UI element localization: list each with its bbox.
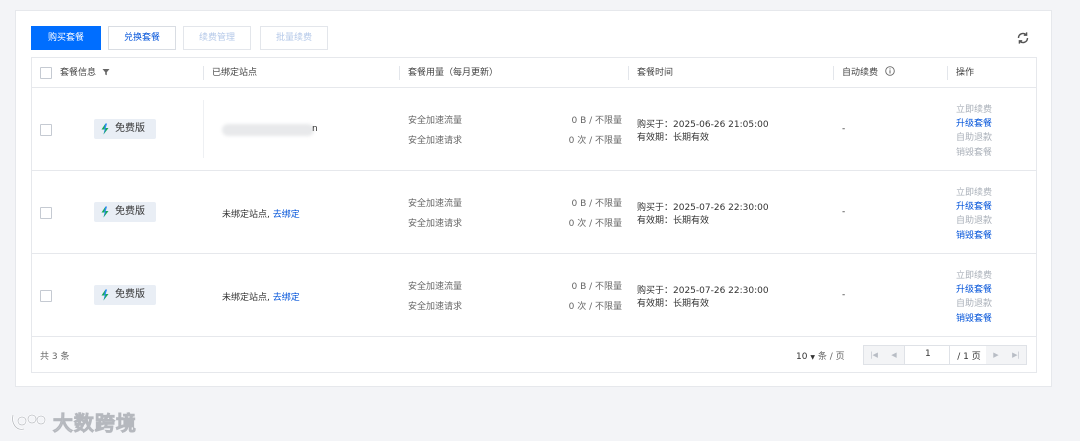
table-footer: 共 3 条 10 ▼ 条 / 页 |◀ ◀ 1 / 1 页 ▶ ▶| bbox=[32, 337, 1036, 373]
usage-traffic-label: 安全加速流量 bbox=[408, 199, 463, 209]
usage-request-label: 安全加速请求 bbox=[408, 302, 463, 312]
next-page-icon[interactable]: ▶ bbox=[986, 346, 1006, 364]
total-pages: / 1 页 bbox=[957, 352, 981, 362]
plan-badge: 免费版 bbox=[94, 285, 156, 305]
column-divider bbox=[947, 66, 948, 80]
select-all-checkbox[interactable] bbox=[40, 67, 52, 79]
header-time: 套餐时间 bbox=[637, 68, 674, 78]
renew-now-link[interactable]: 立即续费 bbox=[956, 268, 992, 281]
plan-logo-icon bbox=[101, 206, 109, 218]
refresh-icon[interactable] bbox=[1015, 30, 1031, 46]
plan-list-card: 购买套餐 兑换套餐 续费管理 批量续费 套餐信息 已绑定站点 套餐用量（每月更新… bbox=[15, 10, 1052, 387]
plan-badge: 免费版 bbox=[94, 119, 156, 139]
row-checkbox[interactable] bbox=[40, 207, 52, 219]
header-auto-renew: 自动续费 bbox=[842, 58, 895, 88]
usage-request-label: 安全加速请求 bbox=[408, 136, 463, 146]
watermark-text: 大数跨境 bbox=[52, 411, 137, 436]
plan-logo-icon bbox=[101, 289, 109, 301]
validity: 有效期：长期有效 bbox=[637, 216, 710, 226]
usage-request-value: 0 次 / 不限量 bbox=[568, 136, 622, 146]
row-checkbox[interactable] bbox=[40, 124, 52, 136]
validity: 有效期：长期有效 bbox=[637, 133, 710, 143]
redeem-plan-button[interactable]: 兑换套餐 bbox=[108, 26, 176, 50]
unbound-site-text: 未绑定站点, bbox=[222, 293, 270, 303]
header-plan-info: 套餐信息 bbox=[60, 58, 110, 88]
usage-request-value: 0 次 / 不限量 bbox=[568, 302, 622, 312]
usage-request-label: 安全加速请求 bbox=[408, 219, 463, 229]
bind-site-link[interactable]: 去绑定 bbox=[273, 210, 300, 220]
column-divider bbox=[833, 66, 834, 80]
renew-manage-button[interactable]: 续费管理 bbox=[183, 26, 251, 50]
auto-renew-value: - bbox=[842, 207, 846, 217]
table-row: 免费版 n 安全加速流量 0 B / 不限量 安全加速请求 0 次 / 不限量 … bbox=[32, 88, 1036, 171]
validity: 有效期：长期有效 bbox=[637, 299, 710, 309]
table-header: 套餐信息 已绑定站点 套餐用量（每月更新） 套餐时间 自动续费 操作 bbox=[32, 58, 1036, 88]
bind-site-link[interactable]: 去绑定 bbox=[273, 293, 300, 303]
self-refund-link[interactable]: 自助退款 bbox=[956, 296, 992, 309]
blurred-site-name bbox=[222, 124, 314, 136]
row-checkbox[interactable] bbox=[40, 290, 52, 302]
usage-traffic-value: 0 B / 不限量 bbox=[571, 116, 622, 126]
purchase-time: 购买于：2025-07-26 22:30:00 bbox=[637, 286, 769, 296]
column-divider bbox=[399, 66, 400, 80]
usage-traffic-value: 0 B / 不限量 bbox=[571, 282, 622, 292]
auto-renew-value: - bbox=[842, 124, 846, 134]
buy-plan-button[interactable]: 购买套餐 bbox=[31, 26, 101, 50]
page-size-unit: 条 / 页 bbox=[817, 352, 845, 362]
page-size-value: 10 bbox=[796, 352, 808, 362]
first-page-icon[interactable]: |◀ bbox=[864, 346, 884, 364]
upgrade-plan-link[interactable]: 升级套餐 bbox=[956, 199, 992, 212]
site-name-suffix: n bbox=[312, 124, 318, 134]
purchase-time: 购买于：2025-06-26 21:05:00 bbox=[637, 120, 769, 130]
last-page-icon[interactable]: ▶| bbox=[1006, 346, 1026, 364]
toolbar: 购买套餐 兑换套餐 续费管理 批量续费 bbox=[31, 26, 1036, 50]
unbound-site-text: 未绑定站点, bbox=[222, 210, 270, 220]
plan-table: 套餐信息 已绑定站点 套餐用量（每月更新） 套餐时间 自动续费 操作 免费版 n… bbox=[31, 57, 1037, 373]
renew-now-link[interactable]: 立即续费 bbox=[956, 185, 992, 198]
usage-request-value: 0 次 / 不限量 bbox=[568, 219, 622, 229]
watermark-logo-icon bbox=[11, 413, 46, 430]
column-divider bbox=[628, 66, 629, 80]
upgrade-plan-link[interactable]: 升级套餐 bbox=[956, 116, 992, 129]
renew-now-link[interactable]: 立即续费 bbox=[956, 102, 992, 115]
caret-down-icon: ▼ bbox=[810, 354, 815, 361]
usage-traffic-label: 安全加速流量 bbox=[408, 116, 463, 126]
plan-logo-icon bbox=[101, 123, 109, 135]
destroy-plan-link[interactable]: 销毁套餐 bbox=[956, 145, 992, 158]
usage-traffic-label: 安全加速流量 bbox=[408, 282, 463, 292]
table-row: 免费版 未绑定站点, 去绑定 安全加速流量 0 B / 不限量 安全加速请求 0… bbox=[32, 254, 1036, 337]
prev-page-icon[interactable]: ◀ bbox=[884, 346, 904, 364]
upgrade-plan-link[interactable]: 升级套餐 bbox=[956, 282, 992, 295]
filter-icon[interactable] bbox=[102, 68, 110, 76]
header-bound-site: 已绑定站点 bbox=[212, 68, 258, 78]
page-size-select[interactable]: 10 ▼ 条 / 页 bbox=[796, 349, 845, 362]
usage-traffic-value: 0 B / 不限量 bbox=[571, 199, 622, 209]
bound-site-cell: 未绑定站点, 去绑定 bbox=[222, 290, 300, 303]
bound-site-cell: 未绑定站点, 去绑定 bbox=[222, 207, 300, 220]
bound-site-cell: n bbox=[204, 88, 399, 171]
column-divider bbox=[203, 66, 204, 80]
pagination: |◀ ◀ 1 / 1 页 ▶ ▶| bbox=[863, 345, 1027, 365]
plan-badge: 免费版 bbox=[94, 202, 156, 222]
info-icon[interactable] bbox=[885, 66, 895, 76]
watermark: 大数跨境 bbox=[10, 407, 137, 436]
batch-renew-button[interactable]: 批量续费 bbox=[260, 26, 328, 50]
purchase-time: 购买于：2025-07-26 22:30:00 bbox=[637, 203, 769, 213]
header-usage: 套餐用量（每月更新） bbox=[408, 68, 499, 78]
header-actions: 操作 bbox=[956, 68, 975, 78]
destroy-plan-link[interactable]: 销毁套餐 bbox=[956, 311, 992, 324]
page-input[interactable]: 1 bbox=[904, 346, 950, 364]
total-count: 共 3 条 bbox=[40, 352, 70, 362]
self-refund-link[interactable]: 自助退款 bbox=[956, 130, 992, 143]
table-row: 免费版 未绑定站点, 去绑定 安全加速流量 0 B / 不限量 安全加速请求 0… bbox=[32, 171, 1036, 254]
self-refund-link[interactable]: 自助退款 bbox=[956, 213, 992, 226]
destroy-plan-link[interactable]: 销毁套餐 bbox=[956, 228, 992, 241]
auto-renew-value: - bbox=[842, 290, 846, 300]
